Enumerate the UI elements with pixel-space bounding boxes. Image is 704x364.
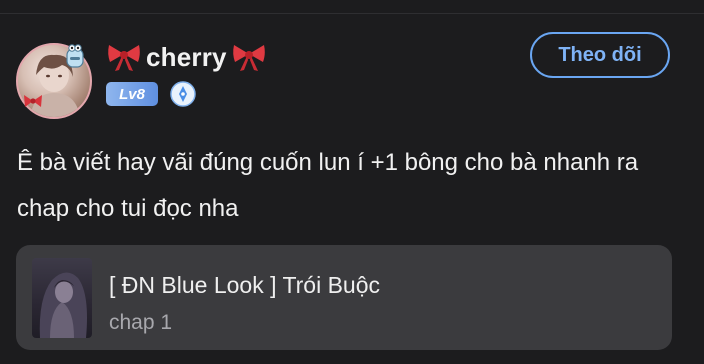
- comment-text: Ê bà viết hay vãi đúng cuốn lun í +1 bôn…: [17, 149, 639, 222]
- story-card[interactable]: [ ĐN Blue Look ] Trói Buộc chap 1: [16, 245, 672, 350]
- story-chapter: chap 1: [109, 311, 173, 334]
- level-badge: Lv8: [106, 82, 158, 106]
- ribbon-bow-icon: [232, 45, 265, 71]
- story-title: [ ĐN Blue Look ] Trói Buộc: [109, 272, 381, 298]
- bow-icon: [24, 95, 42, 107]
- username-row: cherry: [106, 40, 267, 74]
- mascot-badge-icon: [66, 44, 84, 68]
- story-cover-image: [32, 258, 92, 338]
- pen-medal-icon: [170, 81, 196, 107]
- divider: [0, 13, 704, 14]
- avatar[interactable]: [16, 43, 92, 119]
- username[interactable]: cherry: [146, 42, 227, 73]
- follow-button[interactable]: Theo dõi: [530, 32, 670, 78]
- comment-view: cherry Lv8 Theo dõi Ê bà viết hay vãi đú…: [0, 0, 704, 364]
- ribbon-bow-icon: [108, 45, 140, 71]
